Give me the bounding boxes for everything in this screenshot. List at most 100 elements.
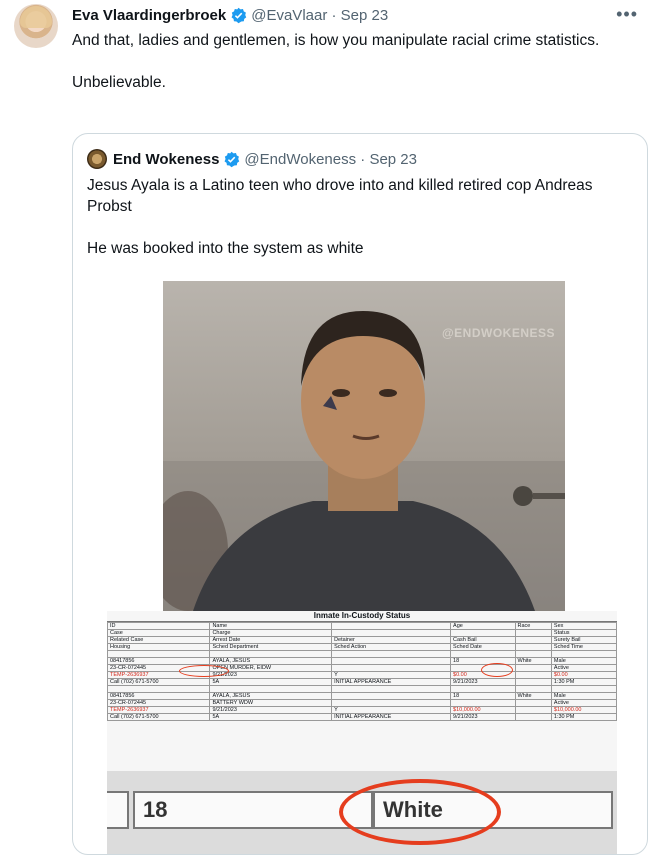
document-cell: Age bbox=[450, 622, 516, 630]
author-name[interactable]: Eva Vlaardingerbroek bbox=[72, 7, 226, 24]
document-cell: 9/21/2023 bbox=[450, 678, 516, 686]
document-cell: Active bbox=[550, 664, 617, 672]
document-cell bbox=[209, 650, 333, 658]
document-row bbox=[107, 685, 617, 693]
quote-header: End Wokeness @EndWokeness · Sep 23 bbox=[87, 148, 417, 170]
quote-author-name[interactable]: End Wokeness bbox=[113, 151, 219, 168]
document-cell bbox=[450, 685, 516, 693]
zoom-age-cell: 18 bbox=[133, 791, 373, 829]
document-cell: Detainer bbox=[331, 636, 452, 644]
document-cell: Male bbox=[550, 692, 617, 700]
document-cell: Arrest Date bbox=[209, 636, 333, 644]
race-highlight-circle bbox=[481, 663, 513, 677]
document-cell bbox=[514, 629, 552, 637]
race-zoom-highlight-circle bbox=[339, 779, 501, 845]
document-cell: Housing bbox=[107, 643, 211, 651]
document-cell: INITIAL APPEARANCE bbox=[331, 678, 452, 686]
document-cell: AYALA, JESUS bbox=[209, 692, 333, 700]
document-cell: 1:30 PM bbox=[550, 678, 617, 686]
document-cell: ID bbox=[107, 622, 211, 630]
document-cell: INITIAL APPEARANCE bbox=[331, 713, 452, 721]
document-cell bbox=[331, 629, 452, 637]
document-cell bbox=[331, 622, 452, 630]
document-cell bbox=[514, 706, 552, 714]
tweet-text: And that, ladies and gentlemen, is how y… bbox=[72, 32, 600, 91]
document-cell bbox=[514, 671, 552, 679]
document-cell bbox=[107, 685, 211, 693]
document-cell: Related Case bbox=[107, 636, 211, 644]
author-handle[interactable]: @EvaVlaar bbox=[251, 7, 327, 24]
inmate-status-document: Inmate In-Custody Status ID Name Age Race Se… bbox=[107, 611, 617, 771]
tweet-header: Eva Vlaardingerbroek @EvaVlaar · Sep 23 bbox=[72, 6, 389, 24]
more-icon[interactable]: ••• bbox=[616, 4, 638, 25]
document-cell bbox=[331, 685, 452, 693]
document-cell bbox=[514, 685, 552, 693]
document-cell: White bbox=[514, 657, 552, 665]
document-cell: Race bbox=[514, 622, 552, 630]
mugshot-photo[interactable]: @ENDWOKENESS bbox=[163, 281, 565, 611]
document-cell: Surety Bail bbox=[550, 636, 617, 644]
quoted-tweet[interactable]: End Wokeness @EndWokeness · Sep 23 Jesus… bbox=[72, 133, 648, 855]
quote-text: Jesus Ayala is a Latino teen who drove i… bbox=[87, 177, 593, 257]
document-cell bbox=[514, 650, 552, 658]
document-cell: AYALA, JESUS bbox=[209, 657, 333, 665]
document-row: Call (702) 671-5700 5A INITIAL APPEARANCE 9… bbox=[107, 713, 617, 721]
document-cell: 08417856 bbox=[107, 692, 211, 700]
document-cell: Status bbox=[550, 629, 617, 637]
author-avatar[interactable] bbox=[14, 4, 58, 48]
document-cell: Sex bbox=[550, 622, 617, 630]
document-row: Housing Sched Department Sched Action Sched… bbox=[107, 643, 617, 651]
quote-author-avatar[interactable] bbox=[87, 149, 107, 169]
document-cell bbox=[514, 678, 552, 686]
document-row: Call (702) 671-5700 5A INITIAL APPEARANCE 9… bbox=[107, 678, 617, 686]
document-cell: Cash Bail bbox=[450, 636, 516, 644]
name-highlight-circle bbox=[179, 665, 229, 677]
document-cell: White bbox=[514, 692, 552, 700]
document-cell: 08417856 bbox=[107, 657, 211, 665]
document-row: 08417856 AYALA, JESUS 18 White Male bbox=[107, 657, 617, 665]
document-cell: Case bbox=[107, 629, 211, 637]
quote-author-handle[interactable]: @EndWokeness bbox=[244, 151, 356, 168]
document-cell bbox=[331, 699, 452, 707]
document-cell bbox=[331, 692, 452, 700]
verified-badge-icon bbox=[231, 7, 247, 23]
tweet-date[interactable]: Sep 23 bbox=[341, 7, 389, 24]
document-cell: Active bbox=[550, 699, 617, 707]
document-cell bbox=[450, 629, 516, 637]
document-cell: Sched Action bbox=[331, 643, 452, 651]
document-cell: Sched Department bbox=[209, 643, 333, 651]
document-cell: 18 bbox=[450, 692, 516, 700]
document-cell: Call (702) 671-5700 bbox=[107, 678, 211, 686]
document-cell: 9/21/2023 bbox=[209, 671, 333, 679]
document-row bbox=[107, 650, 617, 658]
document-cell: 5A bbox=[209, 678, 333, 686]
document-cell bbox=[514, 643, 552, 651]
document-cell: $0.00 bbox=[550, 671, 617, 679]
document-cell: Call (702) 671-5700 bbox=[107, 713, 211, 721]
document-cell bbox=[514, 664, 552, 672]
document-cell bbox=[450, 699, 516, 707]
document-title: Inmate In-Custody Status bbox=[107, 611, 617, 622]
document-cell: 9/21/2023 bbox=[209, 706, 333, 714]
document-cell: Male bbox=[550, 657, 617, 665]
document-cell: $10,000.00 bbox=[450, 706, 516, 714]
document-row: ID Name Age Race Sex bbox=[107, 622, 617, 630]
document-cell: 1:30 PM bbox=[550, 713, 617, 721]
document-row: Case Charge Status bbox=[107, 629, 617, 637]
document-cell: Charge bbox=[209, 629, 333, 637]
photo-watermark: @ENDWOKENESS bbox=[441, 326, 555, 340]
quote-date[interactable]: Sep 23 bbox=[369, 151, 417, 168]
document-cell: 9/21/2023 bbox=[450, 713, 516, 721]
document-cell bbox=[550, 685, 617, 693]
document-cell: Name bbox=[209, 622, 333, 630]
document-cell: 23-CR-072445 bbox=[107, 699, 211, 707]
document-cell bbox=[331, 650, 452, 658]
document-cell: Y bbox=[331, 706, 452, 714]
document-cell bbox=[107, 650, 211, 658]
document-cell bbox=[514, 699, 552, 707]
document-cell: $10,000.00 bbox=[550, 706, 617, 714]
document-row: 23-CR-072445 BATTERY WDW Active bbox=[107, 699, 617, 707]
document-row: 08417856 AYALA, JESUS 18 White Male bbox=[107, 692, 617, 700]
document-cell: Y bbox=[331, 671, 452, 679]
document-cell bbox=[331, 664, 452, 672]
